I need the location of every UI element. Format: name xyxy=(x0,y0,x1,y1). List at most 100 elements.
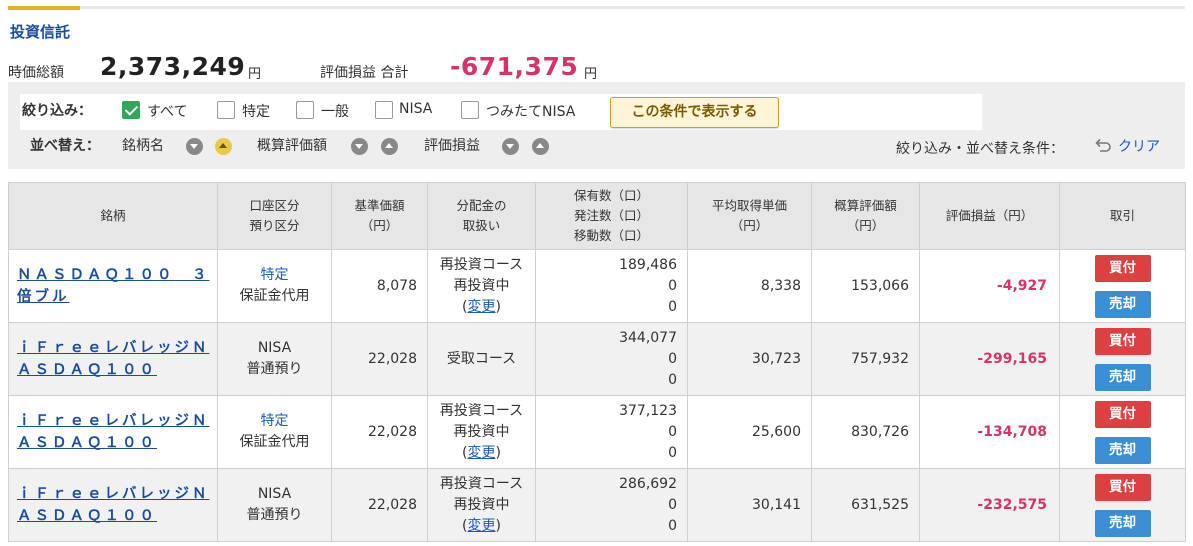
sell-button[interactable]: 売却 xyxy=(1094,509,1151,537)
deposit-type: 保証金代用 xyxy=(239,288,310,304)
sort-condition-label: 絞り込み・並べ替え条件： xyxy=(896,141,1064,157)
distribution-cell: 再投資コース 再投資中 (変更) xyxy=(427,468,536,542)
undo-icon[interactable] xyxy=(1094,138,1112,154)
table-row: ｉＦｒｅｅレバレッジＮＡＳＤＡＱ１００ NISA 普通預り 22,028 再投資コ… xyxy=(8,468,1186,542)
sort-value-desc-icon[interactable] xyxy=(351,138,368,155)
holdings-table: 銘柄 口座区分 預り区分 基準価額 （円） 分配金の 取扱い 保有数（口） 発注数（口）… xyxy=(8,182,1186,542)
distribution-change-link[interactable]: 変更 xyxy=(468,299,496,315)
top-rule xyxy=(8,6,1185,9)
avg-price-cell: 25,600 xyxy=(687,395,812,469)
header-account: 口座区分 預り区分 xyxy=(217,182,332,250)
account-cell: 特定 保証金代用 xyxy=(217,249,332,323)
sort-name-asc-icon[interactable] xyxy=(215,138,232,155)
nav-cell: 8,078 xyxy=(331,249,428,323)
table-row: ｉＦｒｅｅレバレッジＮＡＳＤＡＱ１００ 特定 保証金代用 22,028 再投資コー… xyxy=(8,395,1186,469)
filter-label: 絞り込み： xyxy=(22,103,92,119)
pl-total-unit: 円 xyxy=(584,67,598,82)
sell-button[interactable]: 売却 xyxy=(1094,290,1151,318)
avg-price-cell: 30,723 xyxy=(687,322,812,396)
deposit-type: 保証金代用 xyxy=(239,434,310,450)
filter-nisa-checkbox[interactable] xyxy=(375,101,393,119)
distribution-cell: 再投資コース 再投資中 (変更) xyxy=(427,395,536,469)
buy-button[interactable]: 買付 xyxy=(1094,473,1151,501)
section-title: 投資信託 xyxy=(10,23,71,41)
table-row: ｉＦｒｅｅレバレッジＮＡＳＤＡＱ１００ NISA 普通預り 22,028 受取コー… xyxy=(8,322,1186,396)
buy-button[interactable]: 買付 xyxy=(1094,327,1151,355)
fund-name-link[interactable]: ｉＦｒｅｅレバレッジＮＡＳＤＡＱ１００ xyxy=(17,340,210,378)
fund-name-cell: ｉＦｒｅｅレバレッジＮＡＳＤＡＱ１００ xyxy=(8,322,218,396)
trade-cell: 買付 売却 xyxy=(1059,322,1186,396)
avg-price-cell: 30,141 xyxy=(687,468,812,542)
sort-name-desc-icon[interactable] xyxy=(186,138,203,155)
header-quantity: 保有数（口） 発注数（口） 移動数（口） xyxy=(535,182,688,250)
distribution-change-link[interactable]: 変更 xyxy=(468,518,496,534)
deposit-type: 普通預り xyxy=(246,507,303,523)
filter-all-checkbox[interactable] xyxy=(122,101,140,119)
est-value-cell: 757,932 xyxy=(811,322,920,396)
header-avg-price: 平均取得単価 （円） xyxy=(687,182,812,250)
summary: 時価総額 2,373,249 円 評価損益 合計 -671,375 円 xyxy=(8,52,708,86)
trade-cell: 買付 売却 xyxy=(1059,395,1186,469)
trade-cell: 買付 売却 xyxy=(1059,249,1186,323)
fund-name-link[interactable]: ＮＡＳＤＡＱ１００ ３倍ブル xyxy=(17,267,210,305)
fund-name-link[interactable]: ｉＦｒｅｅレバレッジＮＡＳＤＡＱ１００ xyxy=(17,486,210,524)
pl-cell: -4,927 xyxy=(919,249,1060,323)
est-value-cell: 153,066 xyxy=(811,249,920,323)
nav-cell: 22,028 xyxy=(331,468,428,542)
account-type: 特定 xyxy=(260,267,289,283)
sort-pl-desc-icon[interactable] xyxy=(502,138,519,155)
quantity-cell: 377,123 0 0 xyxy=(535,395,688,469)
sort-label: 並べ替え： xyxy=(30,138,100,154)
filter-all-label[interactable]: すべて xyxy=(147,101,187,121)
header-est-value: 概算評価額 （円） xyxy=(811,182,920,250)
table-row: ＮＡＳＤＡＱ１００ ３倍ブル 特定保証金代用 8,078 再投資コース 再投資中(… xyxy=(8,249,1186,323)
sell-button[interactable]: 売却 xyxy=(1094,363,1151,391)
apply-filter-button[interactable]: この条件で表示する xyxy=(610,97,779,128)
quantity-cell: 286,692 0 0 xyxy=(535,468,688,542)
account-type: NISA xyxy=(257,486,292,502)
market-value-label: 時価総額 xyxy=(8,65,64,81)
market-value: 2,373,249 xyxy=(100,52,246,81)
sell-button[interactable]: 売却 xyxy=(1094,436,1151,464)
avg-price-cell: 8,338 xyxy=(687,249,812,323)
sort-value-asc-icon[interactable] xyxy=(381,138,398,155)
filter-tsumitate-nisa-label[interactable]: つみたてNISA xyxy=(486,101,575,121)
account-cell: NISA 普通預り xyxy=(217,468,332,542)
fund-name-link[interactable]: ｉＦｒｅｅレバレッジＮＡＳＤＡＱ１００ xyxy=(17,413,210,451)
distribution-cell: 再投資コース 再投資中 (変更) xyxy=(427,249,536,323)
account-type: NISA xyxy=(257,340,292,356)
fund-name-cell: ＮＡＳＤＡＱ１００ ３倍ブル xyxy=(8,249,218,323)
header-name: 銘柄 xyxy=(8,182,218,250)
filter-ippan-label[interactable]: 一般 xyxy=(321,101,349,121)
sort-pl-asc-icon[interactable] xyxy=(532,138,549,155)
clear-link[interactable]: クリア xyxy=(1118,136,1160,156)
header-trade: 取引 xyxy=(1059,182,1186,250)
filter-ippan-checkbox[interactable] xyxy=(296,101,314,119)
deposit-type: 普通預り xyxy=(246,361,303,377)
sort-key-pl: 評価損益 xyxy=(424,138,480,154)
pl-total-value: -671,375 xyxy=(450,52,579,81)
nav-cell: 22,028 xyxy=(331,322,428,396)
buy-button[interactable]: 買付 xyxy=(1094,254,1151,282)
account-type: 特定 xyxy=(260,413,289,429)
filter-tsumitate-nisa-checkbox[interactable] xyxy=(461,101,479,119)
account-cell: NISA 普通預り xyxy=(217,322,332,396)
filter-tokutei-label[interactable]: 特定 xyxy=(242,101,270,121)
distribution-change-link[interactable]: 変更 xyxy=(468,445,496,461)
sort-key-name: 銘柄名 xyxy=(122,138,164,154)
trade-cell: 買付 売却 xyxy=(1059,468,1186,542)
filter-tokutei-checkbox[interactable] xyxy=(217,101,235,119)
est-value-cell: 631,525 xyxy=(811,468,920,542)
est-value-cell: 830,726 xyxy=(811,395,920,469)
table-header-row: 銘柄 口座区分 預り区分 基準価額 （円） 分配金の 取扱い 保有数（口） 発注数（口）… xyxy=(8,182,1186,250)
filter-nisa-label[interactable]: NISA xyxy=(399,101,432,117)
quantity-cell: 344,077 0 0 xyxy=(535,322,688,396)
quantity-cell: 189,486 0 0 xyxy=(535,249,688,323)
pl-cell: -134,708 xyxy=(919,395,1060,469)
pl-cell: -299,165 xyxy=(919,322,1060,396)
buy-button[interactable]: 買付 xyxy=(1094,400,1151,428)
pl-cell: -232,575 xyxy=(919,468,1060,542)
market-value-unit: 円 xyxy=(248,67,262,82)
distribution-cell: 受取コース xyxy=(427,322,536,396)
fund-name-cell: ｉＦｒｅｅレバレッジＮＡＳＤＡＱ１００ xyxy=(8,468,218,542)
